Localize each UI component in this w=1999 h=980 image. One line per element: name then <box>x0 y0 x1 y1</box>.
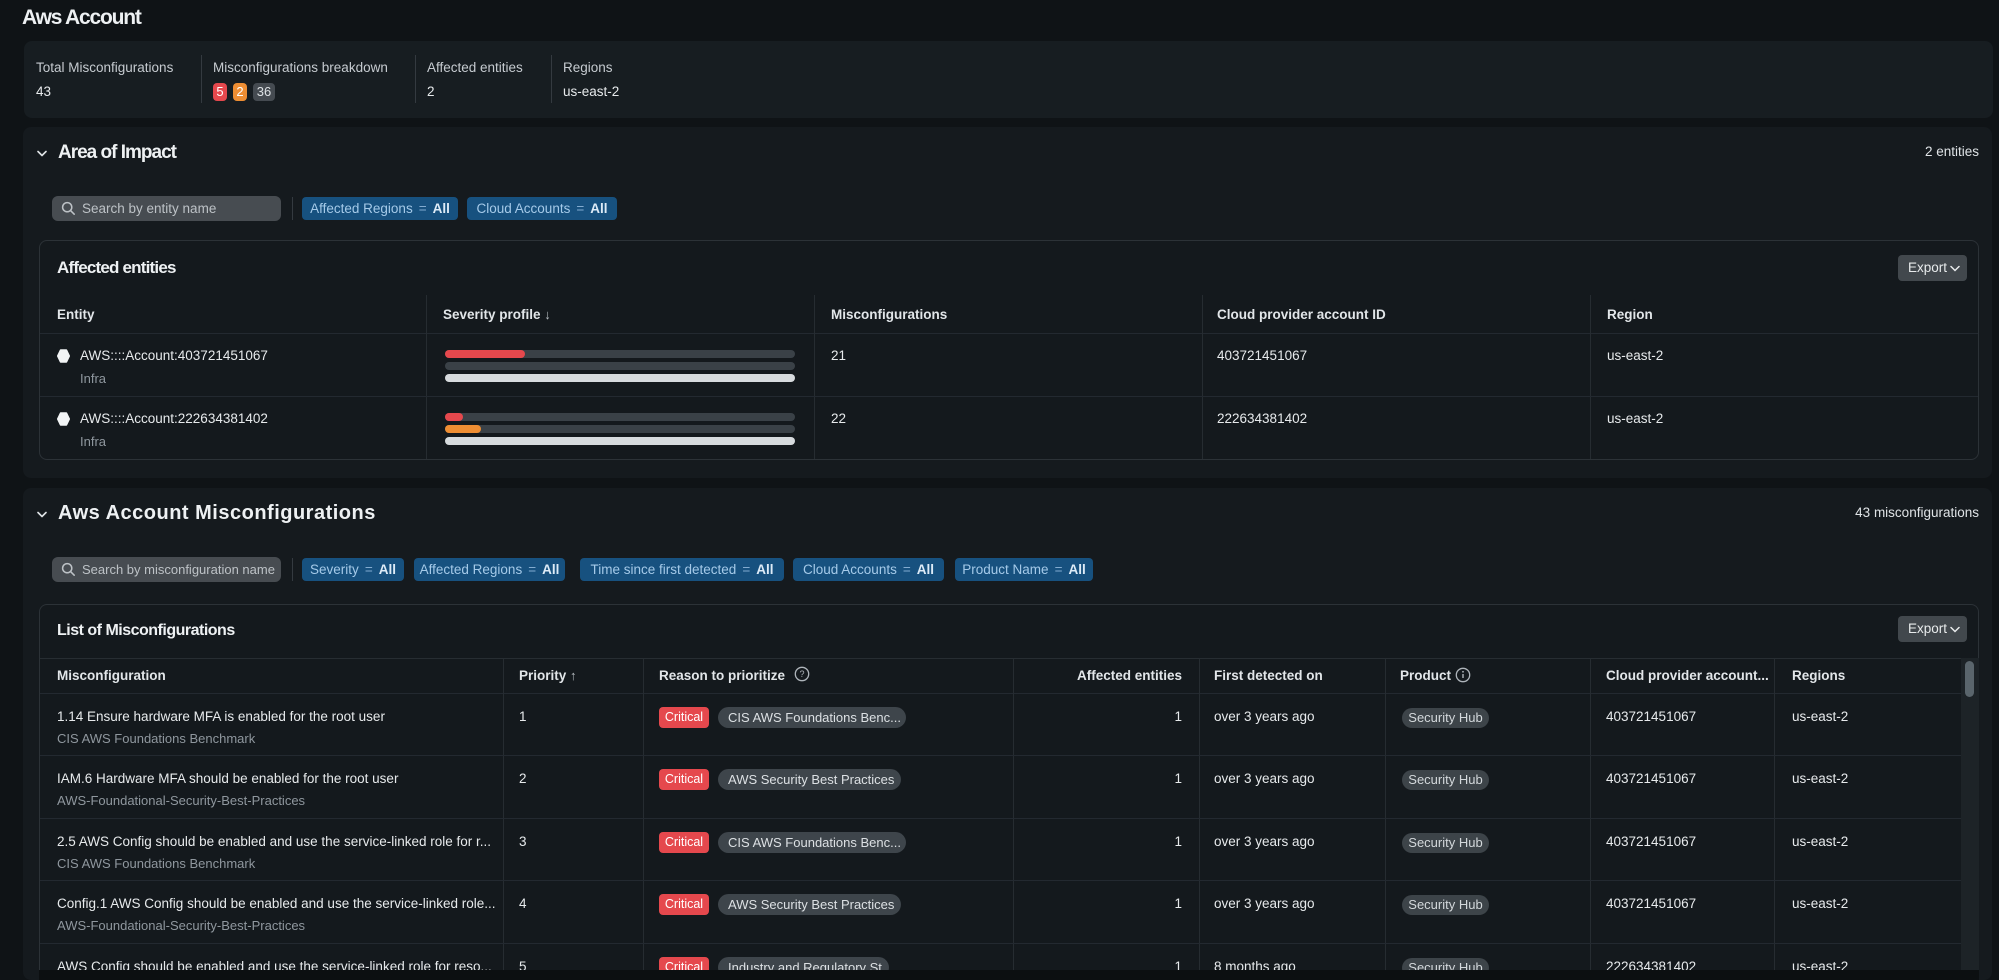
svg-text:?: ? <box>799 669 804 679</box>
